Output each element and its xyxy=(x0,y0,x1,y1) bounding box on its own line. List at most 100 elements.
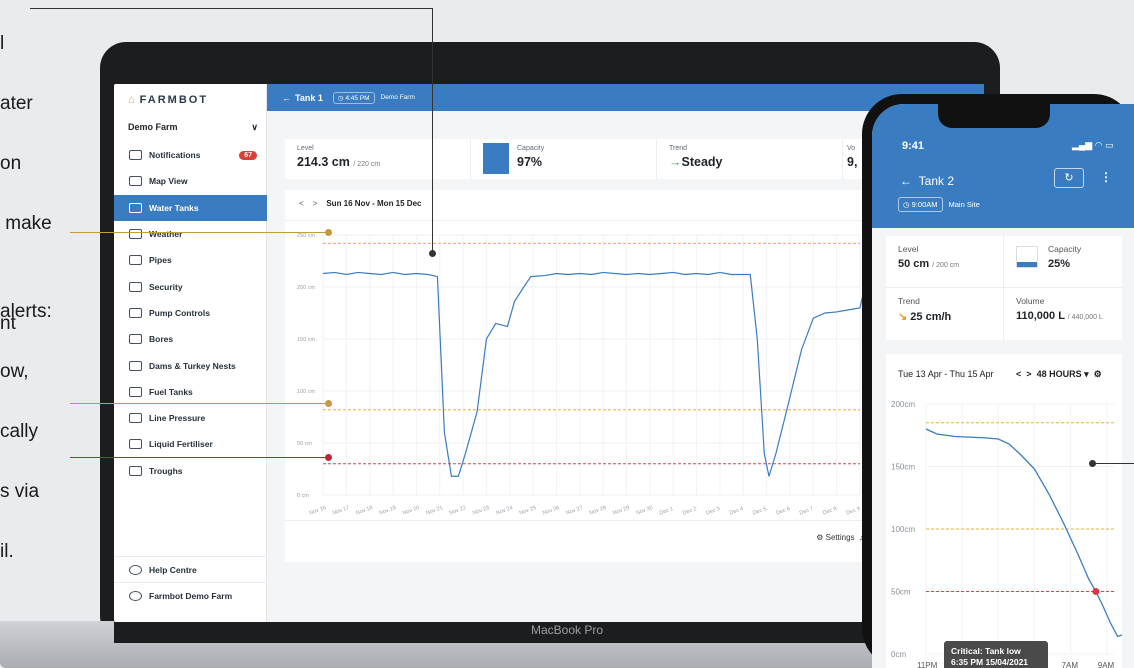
stat-level: Level 214.3 cm / 220 cm xyxy=(285,139,471,179)
x-tick-label: Nov 16 xyxy=(308,505,326,517)
x-tick-label: Nov 20 xyxy=(402,505,420,517)
x-tick-label: Nov 24 xyxy=(495,505,513,517)
stat-trend: Trend →Steady xyxy=(657,139,843,179)
callout-dot xyxy=(325,454,332,461)
sidebar-item-map-view[interactable]: Map View xyxy=(114,168,267,194)
callout-connector xyxy=(70,232,328,233)
back-arrow-icon[interactable]: ← xyxy=(900,174,912,188)
time-chip: ◷ 9:00AM Main Site xyxy=(898,197,980,212)
y-tick-label: 100cm xyxy=(891,525,915,534)
refresh-button[interactable]: ↻ xyxy=(1054,168,1084,188)
back-arrow-icon[interactable]: ← xyxy=(282,93,291,103)
y-tick-label: 250 cm xyxy=(297,233,315,239)
x-tick-label: Nov 17 xyxy=(332,505,350,517)
phone-screen: 9:41 ▂▄▆ ◠ ▭ ← Tank 2 ↻ ⋮ ◷ 9:00AM Main S… xyxy=(872,104,1134,668)
settings-link[interactable]: Settings xyxy=(826,533,855,542)
stat-trend: Trend ↘ 25 cm/h xyxy=(886,288,1004,340)
level-chart-card: < > Sun 16 Nov - Mon 15 Dec 0 cm 50 cm 100 c… xyxy=(285,190,865,562)
phone-page-title: ← Tank 2 xyxy=(900,174,955,188)
gear-icon[interactable]: ⚙ xyxy=(816,533,823,542)
stat-capacity: Capacity 97% xyxy=(471,139,657,179)
signal-battery-icon: ▂▄▆ ◠ ▭ xyxy=(1072,140,1114,150)
time-chip: ◷ 4:45 PM xyxy=(332,91,375,104)
callout-line: make xyxy=(0,213,52,234)
farm-selector[interactable]: Demo Farm ∨ xyxy=(128,122,258,132)
callout-line: ater xyxy=(0,93,33,114)
x-tick-label: Dec 3 xyxy=(705,506,721,517)
tank-icon xyxy=(129,202,142,213)
y-tick-label: 50 cm xyxy=(297,441,312,447)
sidebar-item-bores[interactable]: Bores xyxy=(114,326,267,352)
more-menu-icon[interactable]: ⋮ xyxy=(1100,170,1112,184)
sidebar-item-water-tanks[interactable]: Water Tanks xyxy=(114,194,267,221)
callout-alerts: alerts: ow, cally s via il. xyxy=(0,262,52,582)
sidebar: ⌂ FARMBOT Demo Farm ∨ Notifications 67 Map … xyxy=(114,84,267,622)
y-tick-label: 150cm xyxy=(891,463,915,472)
sidebar-item-troughs[interactable]: Troughs xyxy=(114,458,267,484)
x-tick-label: Nov 18 xyxy=(355,505,373,517)
callout-line: l xyxy=(0,33,5,54)
sidebar-item-fuel-tanks[interactable]: Fuel Tanks xyxy=(114,379,267,405)
x-tick-label: 7AM xyxy=(1062,661,1079,668)
refresh-icon: ↻ xyxy=(1064,172,1074,184)
sidebar-item-security[interactable]: Security xyxy=(114,273,267,299)
callout-connector xyxy=(30,8,432,9)
callout-dot xyxy=(325,229,332,236)
x-tick-label: Nov 30 xyxy=(635,505,653,517)
x-tick-label: Nov 27 xyxy=(565,505,583,517)
x-tick-label: Dec 8 xyxy=(822,506,838,517)
x-tick-label: 11PM xyxy=(917,661,938,668)
x-tick-label: 9AM xyxy=(1098,661,1115,668)
sidebar-item-pump-controls[interactable]: Pump Controls xyxy=(114,300,267,326)
critical-point-marker xyxy=(1092,588,1100,595)
sidebar-item-weather[interactable]: Weather xyxy=(114,221,267,247)
chart-footer-actions: ⚙ Settings ♫ xyxy=(816,533,865,542)
bell-icon xyxy=(129,150,142,161)
sidebar-item-pipes[interactable]: Pipes xyxy=(114,247,267,273)
phone-chart-card: Tue 13 Apr - Thu 15 Apr < > 48 HOURS ▾ ⚙… xyxy=(886,354,1122,668)
phone-level-chart: 0cm50cm100cm150cm200cm11PM1AM3AM5AM7AM9A… xyxy=(891,400,1122,668)
stats-row: Level 214.3 cm / 220 cm Capacity 97% Tre… xyxy=(285,139,865,179)
arrow-right-icon: → xyxy=(669,155,682,169)
status-time: 9:41 xyxy=(902,140,925,152)
sidebar-item-help-centre[interactable]: Help Centre xyxy=(114,556,267,582)
callout-connector xyxy=(1092,463,1134,464)
sidebar-item-line-pressure[interactable]: Line Pressure xyxy=(114,405,267,431)
x-tick-label: Dec 1 xyxy=(659,506,675,517)
sidebar-item-dams[interactable]: Dams & Turkey Nests xyxy=(114,352,267,378)
y-tick-label: 0 cm xyxy=(297,493,309,499)
bore-icon xyxy=(129,334,142,345)
site-label: Demo Farm xyxy=(380,94,415,101)
page-title: Tank 1 xyxy=(295,92,323,103)
trough-icon xyxy=(129,465,142,476)
gear-icon xyxy=(129,590,142,601)
arrow-down-right-icon: ↘ xyxy=(898,311,908,323)
callout-line: alerts: xyxy=(0,301,52,322)
phone-stats: Level 50 cm / 200 cm Capacity 25% Trend … xyxy=(886,236,1122,340)
x-tick-label: Dec 2 xyxy=(682,506,698,517)
x-tick-label: Dec 9 xyxy=(845,506,861,517)
x-tick-label: Nov 21 xyxy=(425,505,443,517)
phone-notch xyxy=(938,104,1050,128)
farmbot-logo: ⌂ FARMBOT xyxy=(128,94,209,106)
help-icon xyxy=(129,564,142,575)
capacity-gauge xyxy=(1016,246,1038,268)
x-tick-label: Nov 29 xyxy=(612,505,630,517)
pump-icon xyxy=(129,307,142,318)
gauge-icon xyxy=(129,413,142,424)
callout-line: s via xyxy=(0,481,40,502)
x-tick-label: Dec 4 xyxy=(729,506,745,517)
x-tick-label: Nov 25 xyxy=(519,505,537,517)
x-tick-label: Dec 7 xyxy=(799,506,815,517)
callout-dot xyxy=(325,400,332,407)
critical-tooltip: Critical: Tank low 6:35 PM 15/04/2021 50… xyxy=(944,641,1048,668)
sidebar-item-farm-settings[interactable]: Farmbot Demo Farm xyxy=(114,582,267,608)
sidebar-item-notifications[interactable]: Notifications 67 xyxy=(114,142,267,168)
level-chart: 0 cm 50 cm 100 cm 150 cm 200 cm 250 cm Nov 16 N… xyxy=(297,233,865,517)
callout-connector xyxy=(70,403,328,404)
level-series-line xyxy=(322,271,865,477)
sidebar-item-liquid-fertiliser[interactable]: Liquid Fertiliser xyxy=(114,431,267,457)
divider xyxy=(285,520,865,521)
fuel-icon xyxy=(129,386,142,397)
dam-icon xyxy=(129,360,142,371)
